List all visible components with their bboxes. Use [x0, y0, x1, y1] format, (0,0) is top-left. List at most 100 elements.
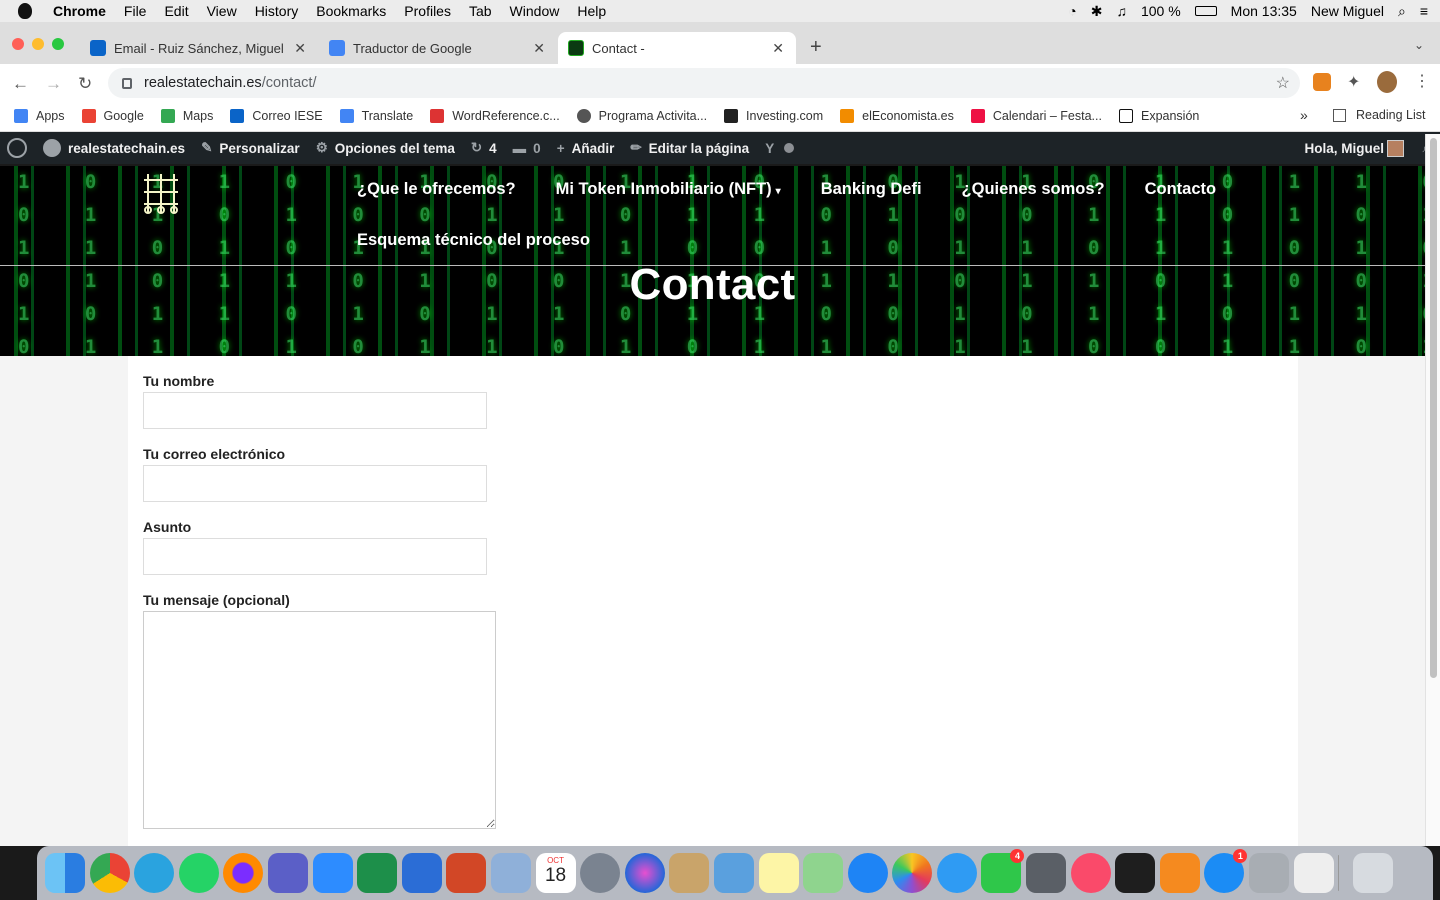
- tab-contact[interactable]: Contact - ✕: [558, 32, 796, 64]
- message-textarea[interactable]: [143, 611, 496, 829]
- bookmark-correo-iese[interactable]: Correo IESE: [230, 108, 323, 123]
- bookmark-translate[interactable]: Translate: [339, 108, 413, 123]
- spotlight-icon[interactable]: ⌕: [1398, 3, 1406, 20]
- bookmark-apps[interactable]: Apps: [14, 108, 65, 123]
- trash-icon[interactable]: [1353, 853, 1394, 893]
- apple-icon[interactable]: [18, 3, 32, 19]
- menu-help[interactable]: Help: [577, 3, 606, 19]
- wp-theme-options[interactable]: ⚙ Opciones del tema: [316, 140, 455, 156]
- wifi-icon[interactable]: ◔: [1068, 3, 1076, 19]
- more-bookmarks-icon[interactable]: »: [1300, 107, 1308, 123]
- notes-icon[interactable]: [758, 853, 799, 893]
- menu-item-contacto[interactable]: Contacto: [1145, 180, 1217, 199]
- reload-icon[interactable]: ↻: [78, 74, 92, 94]
- menu-item-quienes-somos[interactable]: ¿Quienes somos?: [962, 180, 1105, 199]
- site-logo-icon[interactable]: [142, 170, 180, 216]
- user-name[interactable]: New Miguel: [1311, 3, 1384, 19]
- wp-greeting[interactable]: Hola, Miguel: [1304, 141, 1384, 156]
- messages-icon[interactable]: [936, 853, 977, 893]
- wp-updates[interactable]: ↻ 4: [471, 140, 497, 156]
- subject-field[interactable]: [143, 538, 487, 575]
- volume-icon[interactable]: ♫: [1116, 3, 1127, 19]
- bookmark-eleconomista[interactable]: elEconomista.es: [840, 108, 954, 123]
- facetime-icon[interactable]: 4: [981, 849, 1025, 893]
- metamask-icon[interactable]: [1313, 73, 1331, 91]
- wordpress-logo-icon[interactable]: [7, 138, 27, 158]
- menu-item-esquema[interactable]: Esquema técnico del proceso: [357, 231, 590, 250]
- bookmark-google[interactable]: Google: [81, 108, 144, 123]
- firefox-icon[interactable]: [223, 853, 264, 893]
- reading-list-label[interactable]: Reading List: [1356, 108, 1426, 122]
- telegram-icon[interactable]: [134, 853, 175, 893]
- back-icon[interactable]: ←: [12, 74, 29, 94]
- safari-icon[interactable]: [847, 853, 888, 893]
- extensions-icon[interactable]: ✦: [1347, 72, 1360, 92]
- bluetooth-icon[interactable]: ✱: [1091, 3, 1103, 20]
- whatsapp-icon[interactable]: [178, 853, 219, 893]
- maximize-window-button[interactable]: [52, 38, 64, 50]
- close-icon[interactable]: ✕: [294, 40, 306, 57]
- clock[interactable]: Mon 13:35: [1231, 3, 1297, 19]
- chrome-icon[interactable]: [89, 853, 130, 893]
- bookmark-investing[interactable]: Investing.com: [724, 108, 823, 123]
- control-center-icon[interactable]: ≡: [1420, 3, 1428, 19]
- bookmark-wordreference[interactable]: WordReference.c...: [430, 108, 560, 123]
- reading-list-icon[interactable]: [1333, 109, 1346, 122]
- wp-edit-page[interactable]: ✏ Editar la página: [630, 140, 749, 156]
- menu-tab[interactable]: Tab: [469, 3, 492, 19]
- name-field[interactable]: [143, 392, 487, 429]
- mail-icon[interactable]: [713, 853, 754, 893]
- menu-app-name[interactable]: Chrome: [53, 3, 106, 19]
- tab-translate[interactable]: Traductor de Google ✕: [319, 32, 557, 64]
- minimize-window-button[interactable]: [32, 38, 44, 50]
- bookmark-star-icon[interactable]: ☆: [1276, 73, 1290, 93]
- wp-customize[interactable]: ✎ Personalizar: [201, 140, 300, 156]
- photos-icon[interactable]: [892, 853, 933, 893]
- menu-item-banking-defi[interactable]: Banking Defi: [821, 180, 922, 199]
- yoast-icon[interactable]: Y: [765, 141, 774, 156]
- lock-icon[interactable]: [122, 77, 132, 89]
- email-field[interactable]: [143, 465, 487, 502]
- contacts-icon[interactable]: [669, 853, 710, 893]
- menu-bookmarks[interactable]: Bookmarks: [316, 3, 386, 19]
- wp-comments[interactable]: ▬ 0: [513, 141, 541, 156]
- finder-icon[interactable]: [45, 853, 85, 893]
- excel-icon[interactable]: [357, 853, 398, 893]
- bookmark-programa[interactable]: Programa Activita...: [576, 108, 707, 123]
- menu-file[interactable]: File: [124, 3, 147, 19]
- menu-view[interactable]: View: [207, 3, 237, 19]
- books-icon[interactable]: [1159, 853, 1200, 893]
- teams-icon[interactable]: [267, 853, 308, 893]
- battery-status[interactable]: 100 %: [1141, 3, 1181, 19]
- menu-window[interactable]: Window: [510, 3, 560, 19]
- menu-item-ofrecemos[interactable]: ¿Que le ofrecemos?: [357, 180, 516, 199]
- wp-new-content[interactable]: + Añadir: [557, 141, 615, 156]
- zoom-icon[interactable]: [312, 853, 353, 893]
- chrome-menu-icon[interactable]: ⋮: [1414, 71, 1430, 91]
- profile-avatar[interactable]: [1377, 71, 1397, 93]
- bookmark-maps[interactable]: Maps: [160, 108, 213, 123]
- calendar-icon[interactable]: OCT 18: [535, 853, 576, 893]
- tab-search-icon[interactable]: ⌄: [1414, 38, 1424, 52]
- scanner-icon[interactable]: [1249, 853, 1290, 893]
- menu-edit[interactable]: Edit: [164, 3, 188, 19]
- page-scrollbar[interactable]: [1425, 134, 1440, 846]
- powerpoint-icon[interactable]: [446, 853, 487, 893]
- tab-email[interactable]: Email - Ruiz Sánchez, Miguel - ✕: [80, 32, 318, 64]
- app-store-icon[interactable]: 1: [1204, 849, 1248, 893]
- bookmark-calendari[interactable]: Calendari – Festa...: [970, 108, 1102, 123]
- scrollbar-thumb[interactable]: [1430, 138, 1437, 678]
- close-icon[interactable]: ✕: [772, 40, 784, 57]
- preview-icon[interactable]: [490, 853, 531, 893]
- forward-icon[interactable]: →: [45, 74, 62, 94]
- word-icon[interactable]: [401, 853, 442, 893]
- menu-item-token-nft[interactable]: Mi Token Inmobiliario (NFT) ▾: [556, 180, 781, 199]
- close-icon[interactable]: ✕: [533, 40, 545, 57]
- printer-icon[interactable]: [1026, 853, 1067, 893]
- maps-icon[interactable]: [803, 853, 844, 893]
- launchpad-icon[interactable]: [580, 853, 621, 893]
- wp-user-avatar[interactable]: [1387, 139, 1404, 157]
- menu-profiles[interactable]: Profiles: [404, 3, 451, 19]
- url-omnibox[interactable]: realestatechain.es/contact/ ☆: [108, 68, 1300, 98]
- terminal-icon[interactable]: [1115, 853, 1156, 893]
